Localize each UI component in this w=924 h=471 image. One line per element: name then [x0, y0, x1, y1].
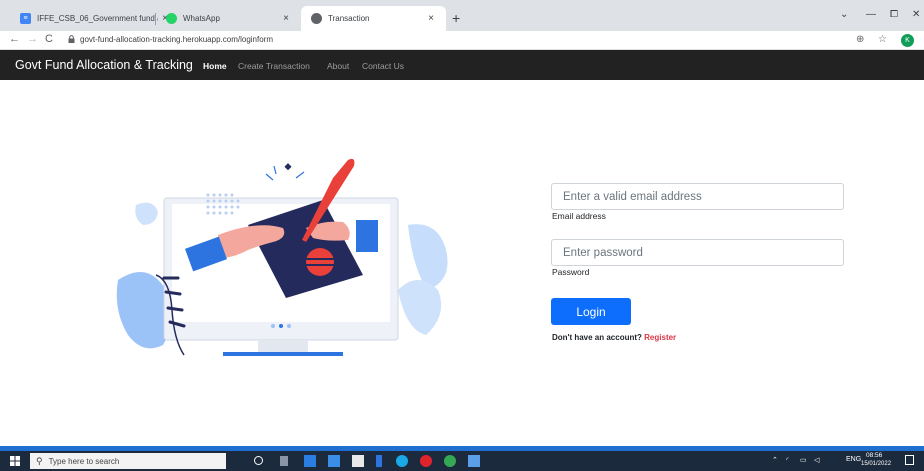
new-tab-button[interactable]: +	[452, 10, 460, 26]
photos-icon[interactable]	[468, 455, 480, 467]
clock-time[interactable]: 08:56	[866, 452, 882, 459]
notification-icon[interactable]	[905, 455, 914, 465]
tab-close-button[interactable]: ×	[424, 13, 438, 24]
close-window-button[interactable]: ✕	[912, 9, 920, 20]
windows-taskbar: ⚲ Type here to search ⌃ ◜ ▭ ◁ ENG 08:56 …	[0, 451, 924, 471]
clock-date[interactable]: 15/01/2022	[861, 461, 891, 467]
file-explorer-icon[interactable]	[304, 455, 316, 467]
opera-icon[interactable]	[420, 455, 432, 467]
nav-about[interactable]: About	[327, 61, 349, 71]
tab-whatsapp[interactable]: WhatsApp ×	[156, 6, 301, 31]
url-field[interactable]: govt-fund-allocation-tracking.herokuapp.…	[80, 35, 273, 44]
password-input[interactable]	[551, 239, 844, 266]
tray-chevron-icon[interactable]: ⌃	[772, 456, 778, 464]
tab-title: IFFE_CSB_06_Government fund a...	[37, 14, 158, 23]
nav-contact-us[interactable]: Contact Us	[362, 61, 404, 71]
whatsapp-icon	[166, 13, 177, 24]
restore-button[interactable]: ⧠	[890, 9, 898, 20]
globe-icon	[311, 13, 322, 24]
site-navbar: Govt Fund Allocation & Tracking Home Cre…	[0, 50, 924, 80]
tab-title: WhatsApp	[183, 14, 220, 23]
register-link[interactable]: Register	[644, 333, 676, 342]
password-label: Password	[552, 267, 590, 277]
tab-close-button[interactable]: ×	[279, 13, 293, 24]
cortana-icon[interactable]	[254, 456, 263, 465]
email-input[interactable]	[551, 183, 844, 210]
mail-icon[interactable]	[328, 455, 340, 467]
lock-icon	[68, 35, 75, 43]
profile-avatar[interactable]: K	[901, 34, 914, 47]
store-icon[interactable]	[352, 455, 364, 467]
nav-home[interactable]: Home	[203, 61, 227, 71]
login-button[interactable]: Login	[551, 298, 631, 325]
login-illustration	[116, 158, 448, 356]
task-view-icon[interactable]	[280, 456, 288, 466]
share-icon[interactable]: ⊕	[856, 34, 864, 45]
volume-icon[interactable]: ◁	[814, 456, 819, 464]
back-button[interactable]: ←	[9, 33, 20, 45]
register-prompt-text: Don't have an account?	[552, 333, 642, 342]
google-docs-icon: ≡	[20, 13, 31, 24]
brand-title[interactable]: Govt Fund Allocation & Tracking	[15, 58, 193, 72]
bookmark-star-icon[interactable]: ☆	[878, 34, 887, 45]
chrome-icon[interactable]	[444, 455, 456, 467]
nav-create-transaction[interactable]: Create Transaction	[238, 61, 310, 71]
email-label: Email address	[552, 211, 606, 221]
tab-transaction[interactable]: Transaction ×	[301, 6, 446, 31]
taskbar-search[interactable]: ⚲ Type here to search	[30, 453, 226, 469]
tab-title: Transaction	[328, 14, 370, 23]
search-icon: ⚲	[36, 455, 43, 466]
forward-button[interactable]: →	[27, 33, 38, 45]
address-bar: ← → C govt-fund-allocation-tracking.hero…	[0, 31, 924, 50]
minimize-button[interactable]: —	[866, 9, 876, 20]
battery-icon[interactable]: ▭	[800, 456, 807, 464]
edge-icon[interactable]	[396, 455, 408, 467]
app-icon[interactable]	[376, 455, 382, 467]
language-indicator[interactable]: ENG	[846, 456, 861, 463]
windows-start-icon[interactable]	[10, 456, 20, 466]
reload-button[interactable]: C	[45, 33, 53, 45]
taskbar-search-placeholder: Type here to search	[48, 456, 120, 466]
network-icon[interactable]: ◜	[786, 456, 789, 464]
tab-search-button[interactable]: ⌄	[840, 9, 848, 20]
register-prompt: Don't have an account? Register	[552, 333, 676, 342]
browser-tab-strip: ≡ IFFE_CSB_06_Government fund a... × Wha…	[0, 0, 924, 31]
